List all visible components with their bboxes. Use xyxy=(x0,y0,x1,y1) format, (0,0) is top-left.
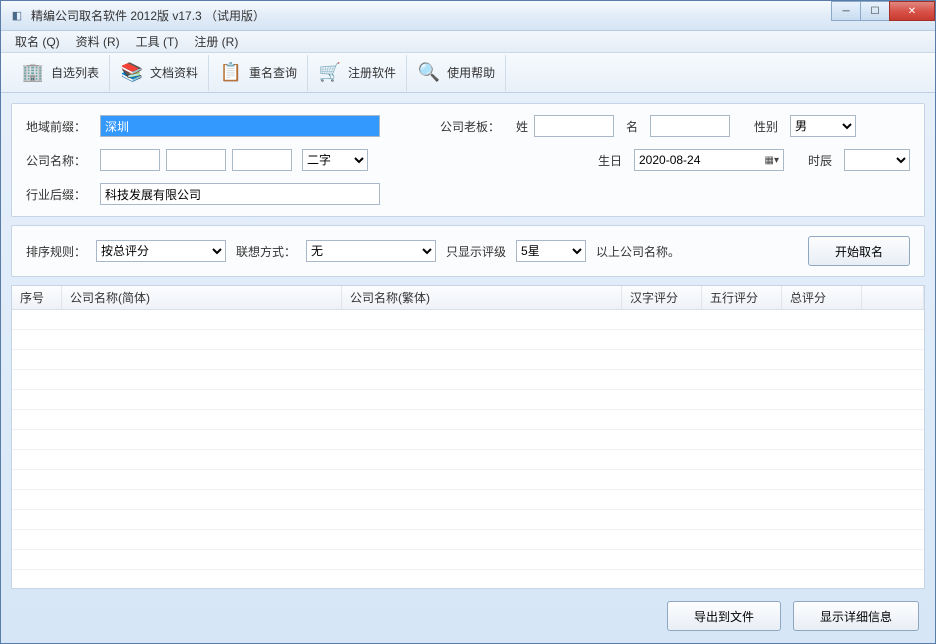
word-count-select[interactable]: 二字 xyxy=(302,149,368,171)
industry-suffix-input[interactable] xyxy=(100,183,380,205)
tool-custom-list[interactable]: 🏢 自选列表 xyxy=(11,55,110,91)
show-only-label: 只显示评级 xyxy=(446,243,506,260)
close-button[interactable]: ✕ xyxy=(889,1,935,21)
industry-suffix-label: 行业后缀： xyxy=(26,186,100,203)
company-name-input-1[interactable] xyxy=(100,149,160,171)
table-header: 序号 公司名称(简体) 公司名称(繁体) 汉字评分 五行评分 总评分 xyxy=(12,286,924,310)
table-row[interactable] xyxy=(12,310,924,330)
main-window: ◧ 精编公司取名软件 2012版 v17.3 （试用版） ─ ☐ ✕ 取名 (Q… xyxy=(0,0,936,644)
results-table: 序号 公司名称(简体) 公司名称(繁体) 汉字评分 五行评分 总评分 xyxy=(11,285,925,589)
content-area: 地域前缀： 公司老板： 姓 名 性别 男 公司名称： xyxy=(1,93,935,643)
menubar: 取名 (Q) 资料 (R) 工具 (T) 注册 (R) xyxy=(1,31,935,53)
company-name-input-2[interactable] xyxy=(166,149,226,171)
form-row-2: 公司名称： 二字 生日 2020-08-24 ▦▾ 时辰 xyxy=(26,148,910,172)
books-icon: 📚 xyxy=(120,61,144,85)
app-icon: ◧ xyxy=(9,8,25,24)
cart-icon: 🛒 xyxy=(318,61,342,85)
table-row[interactable] xyxy=(12,410,924,430)
minimize-button[interactable]: ─ xyxy=(831,1,861,21)
th-wuxing-score[interactable]: 五行评分 xyxy=(702,286,782,309)
th-name-trad[interactable]: 公司名称(繁体) xyxy=(342,286,622,309)
table-row[interactable] xyxy=(12,350,924,370)
surname-label: 姓 xyxy=(510,118,534,135)
table-row[interactable] xyxy=(12,470,924,490)
gender-label: 性别 xyxy=(754,118,790,135)
birthday-label: 生日 xyxy=(598,152,634,169)
table-row[interactable] xyxy=(12,530,924,550)
hour-select[interactable] xyxy=(844,149,910,171)
table-body xyxy=(12,310,924,588)
menu-register[interactable]: 注册 (R) xyxy=(186,31,246,52)
tool-label: 重名查询 xyxy=(249,64,297,81)
sort-rule-select[interactable]: 按总评分 xyxy=(96,240,226,262)
tool-label: 注册软件 xyxy=(348,64,396,81)
table-row[interactable] xyxy=(12,550,924,570)
table-row[interactable] xyxy=(12,330,924,350)
suffix-text: 以上公司名称。 xyxy=(596,243,680,260)
maximize-button[interactable]: ☐ xyxy=(860,1,890,21)
givenname-label: 名 xyxy=(614,118,650,135)
tool-doc-materials[interactable]: 📚 文档资料 xyxy=(110,55,209,91)
surname-input[interactable] xyxy=(534,115,614,137)
tool-label: 自选列表 xyxy=(51,64,99,81)
company-name-label: 公司名称： xyxy=(26,152,100,169)
menu-materials[interactable]: 资料 (R) xyxy=(68,31,128,52)
form-row-3: 行业后缀： xyxy=(26,182,910,206)
table-row[interactable] xyxy=(12,390,924,410)
titlebar: ◧ 精编公司取名软件 2012版 v17.3 （试用版） ─ ☐ ✕ xyxy=(1,1,935,31)
birthday-value: 2020-08-24 xyxy=(639,153,700,167)
rating-select[interactable]: 5星 xyxy=(516,240,586,262)
export-button[interactable]: 导出到文件 xyxy=(667,601,781,631)
table-row[interactable] xyxy=(12,510,924,530)
givenname-input[interactable] xyxy=(650,115,730,137)
bottom-bar: 导出到文件 显示详细信息 xyxy=(11,597,925,633)
th-hanzi-score[interactable]: 汉字评分 xyxy=(622,286,702,309)
th-no[interactable]: 序号 xyxy=(12,286,62,309)
table-row[interactable] xyxy=(12,430,924,450)
filter-panel: 排序规则： 按总评分 联想方式： 无 只显示评级 5星 以上公司名称。 开始取名 xyxy=(11,225,925,277)
magnifier-icon: 🔍 xyxy=(417,61,441,85)
toolbar: 🏢 自选列表 📚 文档资料 📋 重名查询 🛒 注册软件 🔍 使用帮助 xyxy=(1,53,935,93)
start-naming-button[interactable]: 开始取名 xyxy=(808,236,910,266)
boss-label: 公司老板： xyxy=(440,118,510,135)
th-name-simp[interactable]: 公司名称(简体) xyxy=(62,286,342,309)
table-row[interactable] xyxy=(12,450,924,470)
th-total-score[interactable]: 总评分 xyxy=(782,286,862,309)
menu-tools[interactable]: 工具 (T) xyxy=(128,31,187,52)
tool-help[interactable]: 🔍 使用帮助 xyxy=(407,55,506,91)
form-row-1: 地域前缀： 公司老板： 姓 名 性别 男 xyxy=(26,114,910,138)
assoc-select[interactable]: 无 xyxy=(306,240,436,262)
table-row[interactable] xyxy=(12,490,924,510)
form-panel: 地域前缀： 公司老板： 姓 名 性别 男 公司名称： xyxy=(11,103,925,217)
th-extra xyxy=(862,286,924,309)
window-title: 精编公司取名软件 2012版 v17.3 （试用版） xyxy=(31,7,265,24)
region-prefix-input[interactable] xyxy=(100,115,380,137)
tool-label: 文档资料 xyxy=(150,64,198,81)
company-name-input-3[interactable] xyxy=(232,149,292,171)
tool-label: 使用帮助 xyxy=(447,64,495,81)
hour-label: 时辰 xyxy=(808,152,844,169)
details-button[interactable]: 显示详细信息 xyxy=(793,601,919,631)
region-prefix-label: 地域前缀： xyxy=(26,118,100,135)
calendar-icon: ▦▾ xyxy=(765,155,779,166)
gender-select[interactable]: 男 xyxy=(790,115,856,137)
list-icon: 📋 xyxy=(219,61,243,85)
building-icon: 🏢 xyxy=(21,61,45,85)
tool-register[interactable]: 🛒 注册软件 xyxy=(308,55,407,91)
window-controls: ─ ☐ ✕ xyxy=(832,1,935,21)
tool-dup-check[interactable]: 📋 重名查询 xyxy=(209,55,308,91)
menu-naming[interactable]: 取名 (Q) xyxy=(7,31,68,52)
birthday-picker[interactable]: 2020-08-24 ▦▾ xyxy=(634,149,784,171)
sort-rule-label: 排序规则： xyxy=(26,243,86,260)
table-row[interactable] xyxy=(12,370,924,390)
assoc-label: 联想方式： xyxy=(236,243,296,260)
